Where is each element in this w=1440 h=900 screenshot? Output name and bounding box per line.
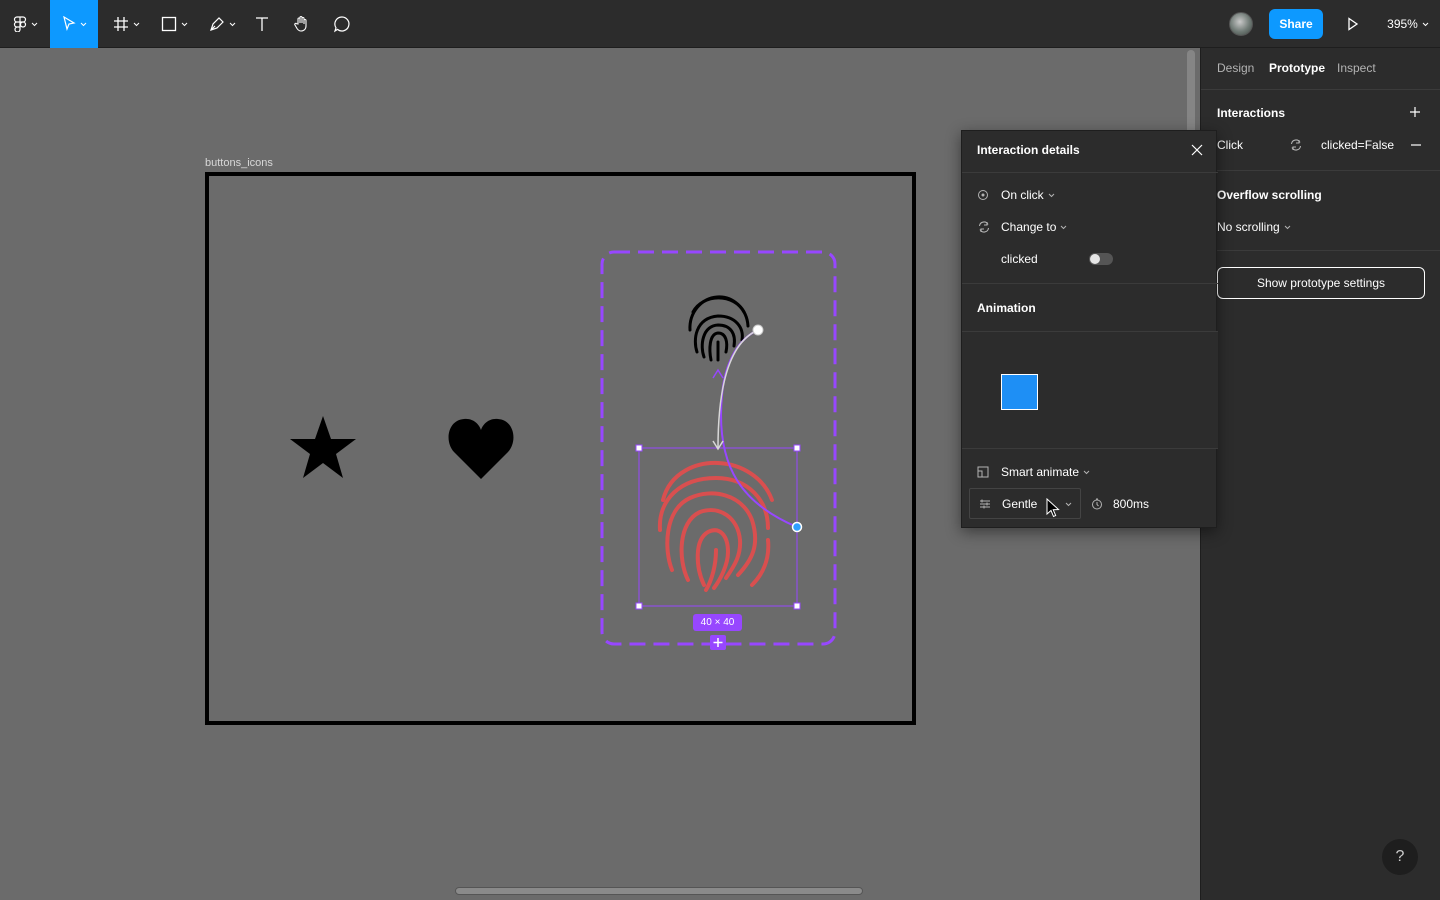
tab-design[interactable]: Design xyxy=(1217,61,1254,75)
timer-icon xyxy=(1092,498,1102,510)
show-prototype-settings-button[interactable]: Show prototype settings xyxy=(1217,267,1425,299)
chevron-down-icon xyxy=(1422,22,1429,26)
chevron-down-icon xyxy=(1284,225,1291,229)
easing-label: Gentle xyxy=(1002,496,1038,511)
fingerprint-active-icon[interactable] xyxy=(657,460,774,592)
heart-icon[interactable] xyxy=(448,418,514,479)
action-label: Change to xyxy=(1001,220,1057,234)
clicked-toggle[interactable] xyxy=(1089,253,1113,265)
connection-start-dot[interactable] xyxy=(791,521,803,533)
divider xyxy=(962,283,1218,284)
right-panel: Design Prototype Inspect Interactions Cl… xyxy=(1200,48,1440,900)
trigger-dropdown[interactable]: On click xyxy=(977,188,1055,202)
zoom-dropdown[interactable]: 395% xyxy=(1380,0,1436,48)
arrow-up-icon xyxy=(712,368,724,379)
resize-handle-bl[interactable] xyxy=(635,602,643,610)
zoom-level: 395% xyxy=(1387,17,1418,31)
interaction-row[interactable]: Click clicked=False xyxy=(1201,130,1440,160)
chevron-down-icon xyxy=(1065,502,1072,507)
duration-field[interactable]: 800ms xyxy=(1091,497,1149,511)
star-icon[interactable] xyxy=(290,416,356,478)
close-icon[interactable] xyxy=(1191,144,1203,156)
resize-handle-br[interactable] xyxy=(793,602,801,610)
tab-prototype[interactable]: Prototype xyxy=(1269,61,1325,75)
add-interaction-icon[interactable] xyxy=(1409,106,1421,118)
interaction-value: clicked=False xyxy=(1321,138,1395,152)
resize-handle-tl[interactable] xyxy=(635,444,643,452)
fingerprint-icon[interactable] xyxy=(688,295,750,362)
overflow-scrolling-dropdown[interactable]: No scrolling xyxy=(1217,220,1291,234)
easing-dropdown[interactable]: Gentle xyxy=(969,488,1081,519)
present-button[interactable] xyxy=(1340,0,1366,48)
trigger-label: On click xyxy=(1001,188,1044,202)
animation-preview-box xyxy=(1001,374,1038,410)
share-button[interactable]: Share xyxy=(1269,9,1323,39)
chevron-down-icon xyxy=(1048,193,1055,197)
resize-handle-tr[interactable] xyxy=(793,444,801,452)
tab-inspect[interactable]: Inspect xyxy=(1337,61,1376,75)
smart-animate-icon xyxy=(977,466,989,478)
animation-type-label: Smart animate xyxy=(1001,465,1080,479)
divider xyxy=(1201,170,1440,171)
size-badge: 40 × 40 xyxy=(693,614,742,631)
play-icon xyxy=(1348,17,1359,31)
toggle-knob xyxy=(1090,254,1100,264)
divider xyxy=(1201,89,1440,90)
help-button[interactable]: ? xyxy=(1382,839,1418,875)
popup-title: Interaction details xyxy=(977,143,1080,157)
interaction-trigger: Click xyxy=(1217,138,1243,152)
connection-end-dot[interactable] xyxy=(752,324,764,336)
divider xyxy=(1201,250,1440,251)
easing-sliders-icon xyxy=(980,499,990,508)
action-dropdown[interactable]: Change to xyxy=(977,220,1067,234)
remove-interaction-icon[interactable] xyxy=(1411,144,1421,146)
mouse-cursor-icon xyxy=(1046,498,1060,518)
click-trigger-icon xyxy=(978,190,988,200)
divider xyxy=(962,172,1218,173)
prototype-connection-return[interactable] xyxy=(717,329,759,449)
change-to-icon xyxy=(978,221,990,233)
chevron-down-icon xyxy=(1083,470,1090,474)
interactions-heading: Interactions xyxy=(1217,106,1286,120)
overflow-scrolling-heading: Overflow scrolling xyxy=(1217,188,1322,202)
animation-type-dropdown[interactable]: Smart animate xyxy=(977,465,1090,479)
vertical-scrollbar[interactable] xyxy=(1187,50,1195,138)
user-avatar[interactable] xyxy=(1229,12,1253,36)
overflow-scrolling-value: No scrolling xyxy=(1217,220,1280,234)
horizontal-scrollbar[interactable] xyxy=(455,887,863,895)
duration-value: 800ms xyxy=(1113,497,1150,511)
animation-preview xyxy=(962,331,1218,449)
change-to-icon xyxy=(1290,139,1302,151)
interaction-details-popup: Interaction details On click Change to c… xyxy=(961,130,1218,528)
animation-heading: Animation xyxy=(977,301,1036,315)
property-label: clicked xyxy=(1001,252,1038,266)
chevron-down-icon xyxy=(1061,225,1067,229)
